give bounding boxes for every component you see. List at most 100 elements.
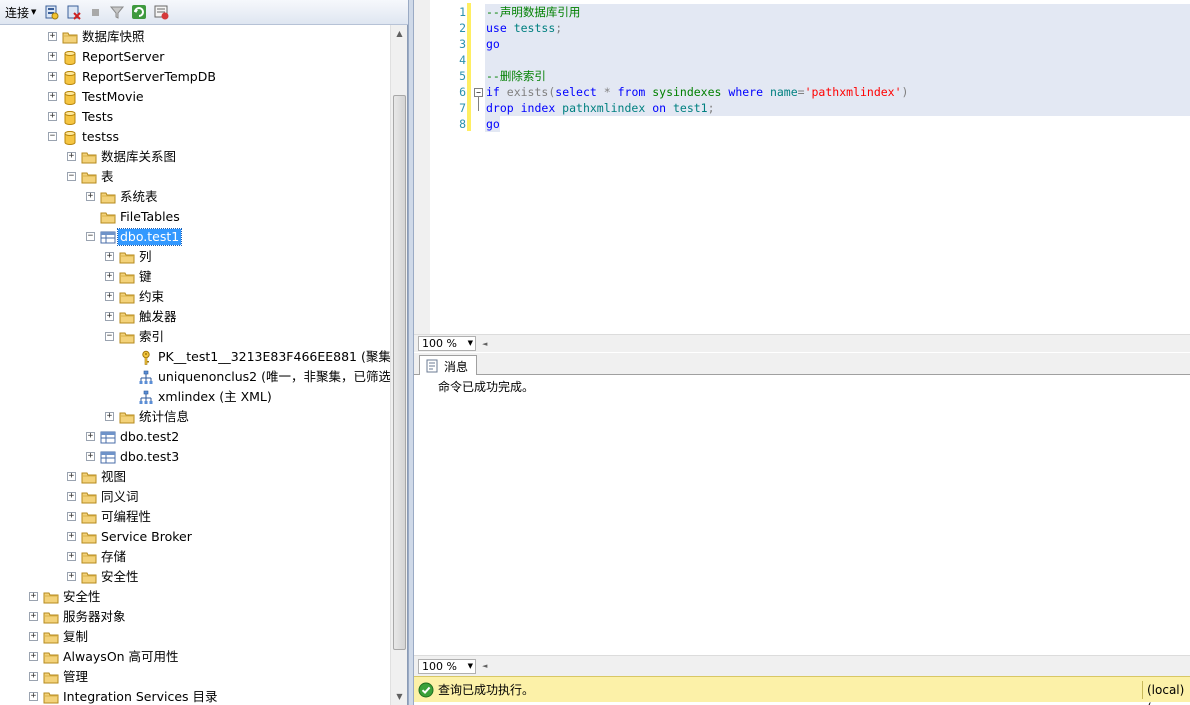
scroll-left-icon[interactable]: ◄ — [482, 662, 487, 670]
expand-icon[interactable]: + — [29, 612, 38, 621]
tree-node[interactable]: + 存储 — [0, 547, 390, 567]
tree-node[interactable]: + AlwaysOn 高可用性 — [0, 647, 390, 667]
tree-node[interactable]: + 列 — [0, 247, 390, 267]
scrollbar-thumb[interactable] — [393, 95, 406, 650]
tree-node[interactable]: uniquenonclus2 (唯一，非聚集，已筛选) — [0, 367, 390, 387]
expand-icon[interactable]: + — [29, 632, 38, 641]
connect-object-explorer-button[interactable] — [42, 3, 60, 21]
tree-node[interactable]: + 数据库快照 — [0, 27, 390, 47]
expand-icon[interactable]: + — [105, 312, 114, 321]
expand-icon[interactable]: + — [67, 152, 76, 161]
tree-node[interactable]: + 统计信息 — [0, 407, 390, 427]
code-line[interactable]: --声明数据库引用 — [486, 4, 580, 20]
expand-icon[interactable]: + — [48, 72, 57, 81]
editor-zoom-select[interactable]: 100 % ▼ — [418, 336, 476, 351]
tree-node[interactable]: + Service Broker — [0, 527, 390, 547]
code-line[interactable]: --删除索引 — [486, 68, 546, 84]
tree-node[interactable]: + Integration Services 目录 — [0, 687, 390, 705]
stop-button[interactable] — [86, 3, 104, 21]
tree-node[interactable]: FileTables — [0, 207, 390, 227]
tree-node[interactable]: + 复制 — [0, 627, 390, 647]
folder-icon — [43, 610, 59, 624]
tree-node[interactable]: + ReportServer — [0, 47, 390, 67]
expand-icon[interactable]: + — [67, 532, 76, 541]
tree-node[interactable]: + TestMovie — [0, 87, 390, 107]
tree-node-label: 数据库快照 — [82, 29, 145, 44]
tree-node[interactable]: + dbo.test2 — [0, 427, 390, 447]
disconnect-button[interactable] — [64, 3, 82, 21]
code-line[interactable]: drop index pathxmlindex on test1; — [486, 100, 715, 116]
expand-icon[interactable]: + — [67, 552, 76, 561]
tree-node-label: dbo.test3 — [120, 449, 180, 464]
expand-icon[interactable]: + — [67, 472, 76, 481]
tree-node-label: 安全性 — [63, 589, 101, 604]
tree-node[interactable]: + 安全性 — [0, 587, 390, 607]
tree-node[interactable]: + Tests — [0, 107, 390, 127]
results-zoom-select[interactable]: 100 % ▼ — [418, 658, 476, 674]
expand-icon[interactable]: + — [86, 452, 95, 461]
activity-monitor-button[interactable] — [152, 3, 170, 21]
tab-messages[interactable]: 消息 — [419, 355, 477, 376]
expand-icon[interactable]: + — [29, 692, 38, 701]
tree-node[interactable]: − 索引 — [0, 327, 390, 347]
expand-icon[interactable]: + — [105, 292, 114, 301]
expand-icon[interactable]: + — [48, 32, 57, 41]
tree-node[interactable]: + 同义词 — [0, 487, 390, 507]
expand-icon[interactable]: + — [67, 512, 76, 521]
expand-icon[interactable]: + — [67, 572, 76, 581]
scroll-down-icon[interactable]: ▼ — [391, 688, 408, 705]
tree-node[interactable]: + 服务器对象 — [0, 607, 390, 627]
tree-node[interactable]: − 表 — [0, 167, 390, 187]
tree-node[interactable]: + 可编程性 — [0, 507, 390, 527]
code-line[interactable]: go — [486, 116, 500, 132]
scroll-up-icon[interactable]: ▲ — [391, 25, 408, 42]
tree-node[interactable]: + dbo.test3 — [0, 447, 390, 467]
expand-icon[interactable]: + — [48, 52, 57, 61]
tree-node[interactable]: + 安全性 — [0, 567, 390, 587]
tree-node[interactable]: − testss — [0, 127, 390, 147]
tree-node[interactable]: − dbo.test1 — [0, 227, 390, 247]
refresh-button[interactable] — [130, 3, 148, 21]
expand-icon[interactable]: + — [86, 192, 95, 201]
connect-button[interactable]: 连接 ▼ — [5, 4, 36, 21]
tree-node[interactable]: + 系统表 — [0, 187, 390, 207]
index-icon — [138, 370, 154, 384]
expand-icon[interactable]: + — [86, 432, 95, 441]
expand-icon[interactable]: + — [105, 252, 114, 261]
folder-icon — [81, 570, 97, 584]
collapse-icon[interactable]: − — [67, 172, 76, 181]
collapse-region-icon[interactable]: − — [474, 88, 483, 97]
tree-node[interactable]: + 约束 — [0, 287, 390, 307]
tree-node[interactable]: + 管理 — [0, 667, 390, 687]
tree-node[interactable]: + 键 — [0, 267, 390, 287]
expand-icon[interactable]: + — [48, 92, 57, 101]
folder-icon — [119, 410, 135, 424]
expand-icon[interactable]: + — [29, 672, 38, 681]
tree-vertical-scrollbar[interactable]: ▲ ▼ — [390, 25, 407, 705]
tree-node-label: ReportServerTempDB — [82, 69, 216, 84]
tree-node[interactable]: + 触发器 — [0, 307, 390, 327]
tree-node-label: dbo.test2 — [120, 429, 180, 444]
code-line[interactable]: use testss; — [486, 20, 562, 36]
tree-node[interactable]: + 视图 — [0, 467, 390, 487]
collapse-icon[interactable]: − — [48, 132, 57, 141]
expand-icon[interactable]: + — [105, 412, 114, 421]
collapse-icon[interactable]: − — [105, 332, 114, 341]
expand-icon[interactable]: + — [67, 492, 76, 501]
tree-node[interactable]: + 数据库关系图 — [0, 147, 390, 167]
filter-button[interactable] — [108, 3, 126, 21]
collapse-icon[interactable]: − — [86, 232, 95, 241]
scroll-left-icon[interactable]: ◄ — [482, 340, 487, 348]
tree-node-label: 服务器对象 — [63, 609, 126, 624]
tab-messages-label: 消息 — [444, 359, 469, 374]
expand-icon[interactable]: + — [29, 592, 38, 601]
activity-monitor-icon — [154, 5, 169, 20]
tree-node[interactable]: + ReportServerTempDB — [0, 67, 390, 87]
code-line[interactable]: if exists(select * from sysindexes where… — [486, 84, 908, 100]
tree-node[interactable]: xmlindex (主 XML) — [0, 387, 390, 407]
tree-node[interactable]: PK__test1__3213E83F466EE881 (聚集) — [0, 347, 390, 367]
code-line[interactable]: go — [486, 36, 500, 52]
expand-icon[interactable]: + — [48, 112, 57, 121]
expand-icon[interactable]: + — [29, 652, 38, 661]
expand-icon[interactable]: + — [105, 272, 114, 281]
